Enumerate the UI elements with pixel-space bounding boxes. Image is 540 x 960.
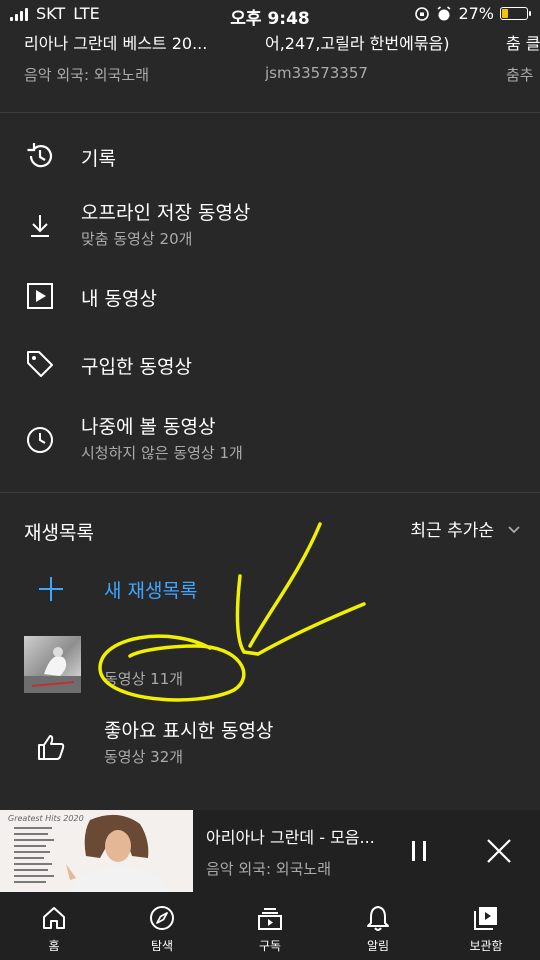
clock-icon bbox=[27, 427, 53, 453]
recent-video-card[interactable]: 어,247,고릴라 한번에묶음) jsm33573357 bbox=[265, 30, 495, 82]
divider bbox=[0, 112, 540, 113]
playlist-video-count: 동영상 11개 bbox=[104, 670, 184, 688]
mini-player-channel: 음악 외국: 외국노래 bbox=[206, 860, 331, 878]
playlist-title: 좋아요 표시한 동영상 bbox=[104, 720, 274, 742]
divider bbox=[0, 492, 540, 493]
menu-item-label: 내 동영상 bbox=[81, 288, 157, 310]
menu-item-label: 기록 bbox=[81, 148, 116, 170]
new-playlist-label: 새 재생목록 bbox=[104, 580, 198, 602]
tab-subscriptions[interactable]: 구독 bbox=[216, 892, 324, 960]
rotation-lock-icon bbox=[415, 6, 430, 21]
subscriptions-icon bbox=[258, 908, 282, 930]
tab-library[interactable]: 보관함 bbox=[432, 892, 540, 960]
menu-item-label: 나중에 볼 동영상 bbox=[81, 416, 216, 438]
menu-item-sublabel: 맞춤 동영상 20개 bbox=[81, 230, 193, 248]
bell-icon bbox=[367, 906, 389, 931]
mini-player-title: 아리아나 그란데 - 모음... bbox=[206, 828, 375, 847]
menu-item-label: 오프라인 저장 동영상 bbox=[81, 202, 251, 224]
sort-dropdown[interactable]: 최근 추가순 bbox=[410, 516, 522, 541]
alarm-icon bbox=[437, 5, 451, 20]
home-icon bbox=[43, 907, 65, 929]
library-icon bbox=[474, 907, 497, 930]
recent-video-channel: 춤추 bbox=[506, 66, 534, 84]
recent-video-card[interactable]: 춤 클 춤추 bbox=[506, 30, 540, 85]
tab-notifications[interactable]: 알림 bbox=[324, 892, 432, 960]
playlist-thumbnail bbox=[24, 636, 81, 693]
tab-home[interactable]: 홈 bbox=[0, 892, 108, 960]
menu-item-history[interactable]: 기록 bbox=[0, 128, 540, 186]
download-icon bbox=[31, 215, 49, 237]
menu-item-label: 구입한 동영상 bbox=[81, 356, 192, 378]
history-icon bbox=[27, 143, 53, 168]
menu-item-downloads[interactable]: 오프라인 저장 동영상 맞춤 동영상 20개 bbox=[0, 190, 540, 256]
tab-label: 홈 bbox=[48, 939, 60, 953]
recent-video-title: 리아나 그란데 베스트 20... bbox=[24, 34, 208, 53]
chevron-down-icon bbox=[508, 525, 520, 533]
tag-icon bbox=[27, 351, 53, 377]
status-bar: SKT LTE 오후 9:48 27% bbox=[0, 0, 540, 30]
play-box-icon bbox=[27, 283, 53, 309]
mini-player-artwork: Greatest Hits 2020 bbox=[0, 810, 193, 892]
menu-item-my-videos[interactable]: 내 동영상 bbox=[0, 268, 540, 326]
menu-item-sublabel: 시청하지 않은 동영상 1개 bbox=[81, 444, 243, 462]
tab-explore[interactable]: 탐색 bbox=[108, 892, 216, 960]
recent-video-title: 어,247,고릴라 한번에묶음) bbox=[265, 34, 450, 53]
tab-label: 구독 bbox=[258, 939, 282, 953]
pause-icon[interactable] bbox=[404, 836, 434, 866]
recent-video-card[interactable]: 리아나 그란데 베스트 20... 음악 외국: 외국노래 bbox=[24, 30, 254, 85]
menu-item-purchases[interactable]: 구입한 동영상 bbox=[0, 336, 540, 394]
tab-label: 알림 bbox=[366, 939, 390, 953]
close-icon[interactable] bbox=[484, 836, 514, 866]
playlists-heading: 재생목록 bbox=[24, 522, 94, 544]
tab-label: 탐색 bbox=[150, 939, 174, 953]
battery-percent: 27% bbox=[458, 4, 494, 23]
sort-label: 최근 추가순 bbox=[410, 521, 494, 541]
recent-video-title: 춤 클 bbox=[506, 34, 540, 53]
menu-item-watch-later[interactable]: 나중에 볼 동영상 시청하지 않은 동영상 1개 bbox=[0, 402, 540, 472]
plus-icon bbox=[39, 577, 63, 601]
bottom-tab-bar: 홈 탐색 구독 알림 보관함 bbox=[0, 892, 540, 960]
recent-video-channel: 음악 외국: 외국노래 bbox=[24, 66, 149, 84]
explore-icon bbox=[150, 906, 174, 930]
recent-video-channel: jsm33573357 bbox=[265, 64, 368, 82]
recent-videos-strip: 리아나 그란데 베스트 20... 음악 외국: 외국노래 어,247,고릴라 … bbox=[0, 30, 540, 112]
battery-icon bbox=[500, 7, 531, 20]
playlist-video-count: 동영상 32개 bbox=[104, 748, 184, 766]
thumb-up-icon bbox=[38, 735, 65, 760]
tab-label: 보관함 bbox=[469, 939, 503, 953]
mini-player[interactable]: Greatest Hits 2020 아리아나 그란데 - 모음... 음악 외… bbox=[0, 810, 540, 892]
